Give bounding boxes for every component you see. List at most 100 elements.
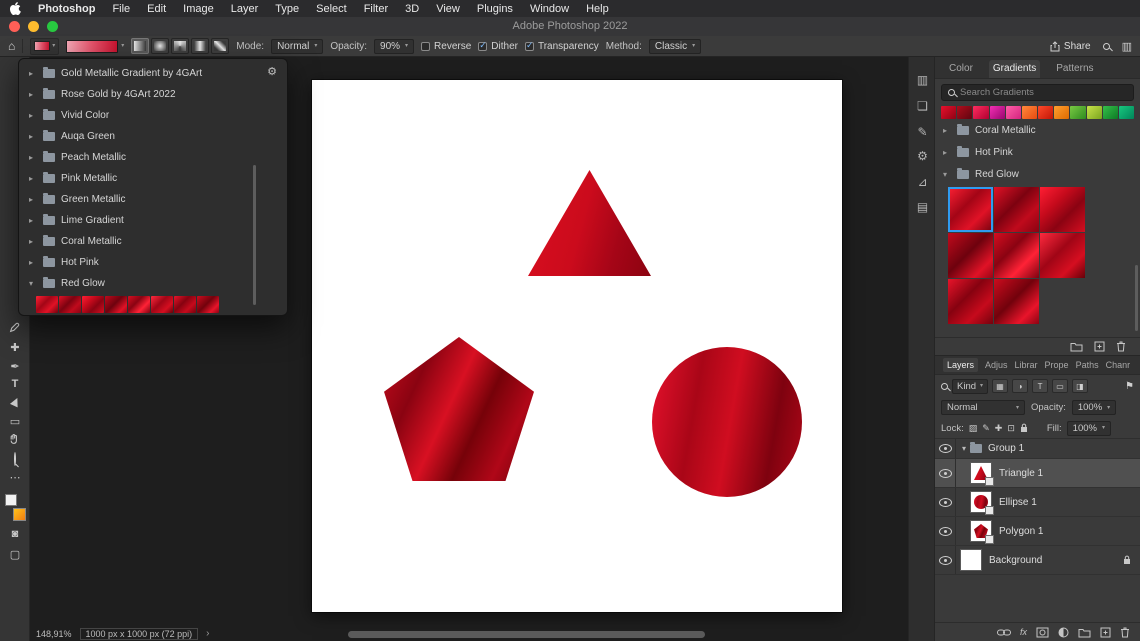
background-color-swatch[interactable]: [5, 494, 17, 506]
tool-preset-dropdown[interactable]: ▾: [30, 37, 60, 55]
workspace-switcher-icon[interactable]: ▥: [1122, 40, 1132, 53]
gradient-swatch[interactable]: [948, 187, 993, 232]
status-chevron-icon[interactable]: ›: [206, 628, 209, 639]
chevron-right-icon[interactable]: ▸: [29, 132, 37, 141]
foreground-color-swatch[interactable]: [13, 508, 26, 521]
gradient-swatch[interactable]: [1005, 106, 1021, 119]
dock-measure-icon[interactable]: ⊿: [909, 175, 936, 189]
gradient-folder-row[interactable]: ▸ Hot Pink: [19, 252, 287, 273]
screen-mode-button[interactable]: ▢: [0, 548, 30, 561]
delete-layer-button[interactable]: [1120, 627, 1130, 638]
gradient-swatch[interactable]: [948, 279, 993, 324]
gradient-swatch[interactable]: [994, 187, 1039, 232]
radial-gradient-button[interactable]: [151, 38, 170, 54]
chevron-down-icon[interactable]: ▾: [962, 444, 966, 453]
gradient-swatch[interactable]: [197, 296, 219, 313]
gradient-folder-row[interactable]: ▸ Pink Metallic: [19, 168, 287, 189]
eye-icon[interactable]: [938, 444, 952, 453]
layer-name[interactable]: Triangle 1: [999, 468, 1043, 479]
method-select[interactable]: Classic ▾: [648, 38, 702, 54]
gradient-swatch[interactable]: [151, 296, 173, 313]
diamond-gradient-button[interactable]: [211, 38, 230, 54]
gradient-folder-row[interactable]: ▸ Rose Gold by 4GArt 2022: [19, 84, 287, 105]
layer-thumbnail[interactable]: [970, 462, 994, 486]
layer-name[interactable]: Group 1: [988, 443, 1024, 454]
angle-gradient-button[interactable]: [171, 38, 190, 54]
layer-row-ellipse[interactable]: Ellipse 1: [935, 488, 1140, 517]
gradient-swatch[interactable]: [105, 296, 127, 313]
layer-opacity-select[interactable]: 100% ▾: [1071, 400, 1117, 415]
new-group-button[interactable]: [1070, 341, 1083, 352]
reverse-checkbox[interactable]: Reverse: [421, 41, 471, 52]
visibility-cell[interactable]: [935, 439, 956, 458]
layer-thumbnail[interactable]: [970, 491, 994, 515]
gradient-folder-row[interactable]: ▸ Gold Metallic Gradient by 4GArt: [19, 63, 287, 84]
zoom-level[interactable]: 148,91%: [36, 629, 72, 639]
new-group-button[interactable]: [1078, 627, 1091, 638]
gradients-scrollbar[interactable]: [1135, 265, 1138, 331]
layer-row-triangle[interactable]: Triangle 1: [935, 459, 1140, 488]
dock-comments-icon[interactable]: ❏: [909, 99, 936, 113]
layer-row-polygon[interactable]: Polygon 1: [935, 517, 1140, 546]
app-menu[interactable]: Photoshop: [38, 3, 95, 15]
filter-shape-layers-button[interactable]: ▭: [1052, 379, 1069, 393]
checkbox-checked[interactable]: [524, 40, 534, 51]
chevron-right-icon[interactable]: ▸: [29, 69, 37, 78]
layer-name[interactable]: Background: [989, 555, 1042, 566]
gradient-swatch[interactable]: [36, 296, 58, 313]
chevron-right-icon[interactable]: ▸: [29, 216, 37, 225]
gradient-swatch[interactable]: [994, 233, 1039, 278]
menu-3d[interactable]: 3D: [405, 3, 419, 15]
chevron-right-icon[interactable]: ▸: [29, 258, 37, 267]
chevron-right-icon[interactable]: ▸: [29, 153, 37, 162]
tab-patterns[interactable]: Patterns: [1052, 60, 1097, 78]
new-gradient-button[interactable]: [1094, 341, 1105, 352]
tab-libraries[interactable]: Librar: [1015, 360, 1038, 370]
gradient-preview-dropdown[interactable]: ▾: [66, 39, 124, 53]
chevron-down-icon[interactable]: ▾: [121, 43, 124, 49]
folder-coral-metallic[interactable]: ▸ Coral Metallic: [935, 120, 1140, 141]
rectangle-tool[interactable]: ▭: [0, 415, 30, 428]
search-icon[interactable]: [1102, 42, 1110, 50]
menu-window[interactable]: Window: [530, 3, 569, 15]
mode-select[interactable]: Normal ▾: [271, 38, 324, 54]
lock-all-button[interactable]: [1020, 423, 1028, 433]
gradient-swatch[interactable]: [941, 106, 957, 119]
tab-color[interactable]: Color: [945, 60, 977, 78]
gradient-folder-row[interactable]: ▸ Coral Metallic: [19, 231, 287, 252]
gradient-swatch[interactable]: [1086, 106, 1102, 119]
eye-icon[interactable]: [938, 497, 952, 507]
apple-menu-icon[interactable]: [10, 2, 21, 15]
gradient-swatch[interactable]: [1040, 233, 1085, 278]
gradient-swatch[interactable]: [82, 296, 104, 313]
dock-swatches-icon[interactable]: ▥: [909, 73, 936, 87]
gradient-preview-bar[interactable]: [66, 39, 119, 53]
gradient-swatch[interactable]: [948, 233, 993, 278]
menu-plugins[interactable]: Plugins: [477, 3, 513, 15]
gradient-folder-row[interactable]: ▸ Vivid Color: [19, 105, 287, 126]
search-gradients-input[interactable]: [960, 87, 1127, 98]
horizontal-scrollbar[interactable]: [348, 631, 705, 638]
chevron-right-icon[interactable]: ▸: [29, 174, 37, 183]
chevron-down-icon[interactable]: ▾: [943, 170, 951, 179]
folder-red-glow[interactable]: ▾ Red Glow: [935, 164, 1140, 185]
chevron-down-icon[interactable]: ▾: [29, 279, 37, 288]
transparency-checkbox[interactable]: Transparency: [524, 40, 599, 52]
visibility-cell[interactable]: [935, 488, 956, 516]
quick-mask-button[interactable]: ◙: [0, 528, 30, 540]
gradient-swatch[interactable]: [1021, 106, 1038, 119]
gradient-swatch[interactable]: [174, 296, 196, 313]
picker-scrollbar[interactable]: [253, 165, 256, 305]
tab-channels[interactable]: Chanr: [1106, 360, 1131, 370]
search-gradients-box[interactable]: [941, 84, 1134, 101]
gradient-swatch[interactable]: [973, 106, 989, 119]
zoom-tool[interactable]: [0, 452, 30, 466]
menu-view[interactable]: View: [436, 3, 460, 15]
ellipse-shape[interactable]: [652, 347, 802, 497]
tab-gradients[interactable]: Gradients: [988, 60, 1041, 78]
chevron-right-icon[interactable]: ▸: [943, 126, 951, 135]
menu-filter[interactable]: Filter: [364, 3, 388, 15]
eye-icon[interactable]: [938, 468, 952, 478]
gradient-swatch[interactable]: [59, 296, 81, 313]
gradient-folder-row[interactable]: ▸ Green Metallic: [19, 189, 287, 210]
